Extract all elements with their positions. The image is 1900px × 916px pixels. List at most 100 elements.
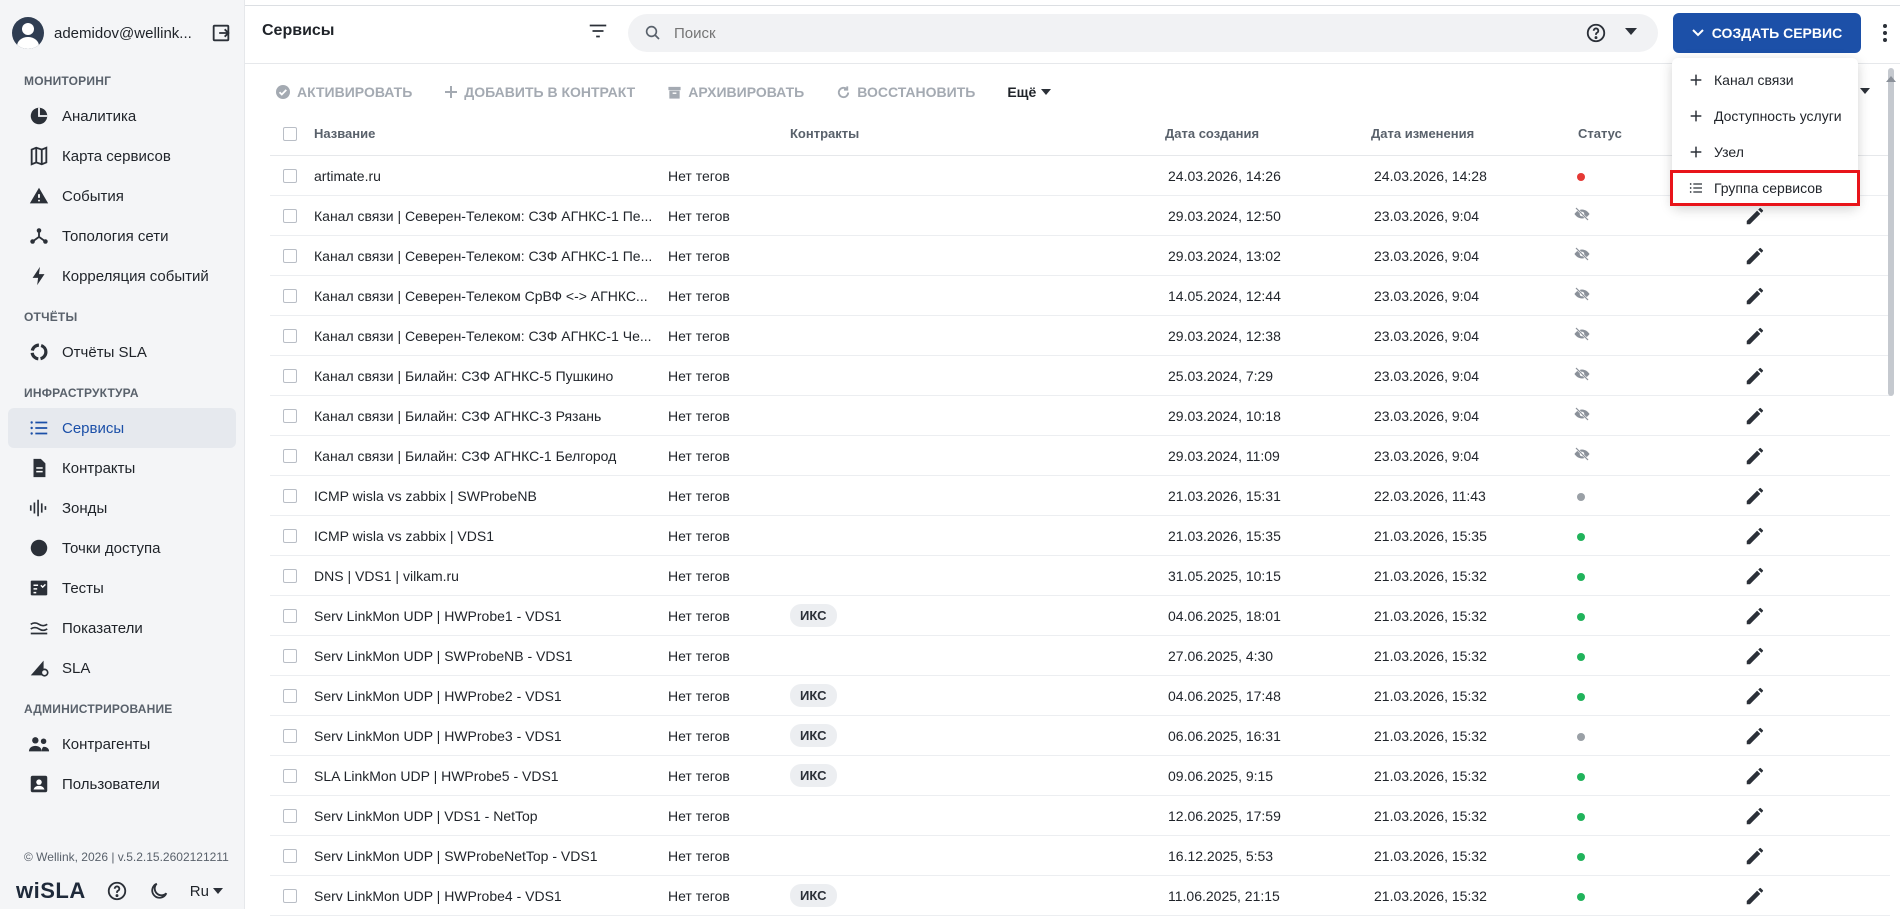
- sidebar-item-1-0[interactable]: Аналитика: [8, 96, 236, 136]
- edit-icon[interactable]: [1744, 885, 1766, 907]
- dark-mode-icon[interactable]: [148, 880, 170, 902]
- table-row[interactable]: SLA LinkMon UDP | HWProbe5 - VDS1 Нет тег…: [270, 756, 1890, 796]
- edit-icon[interactable]: [1744, 845, 1766, 867]
- sidebar-item-5-0[interactable]: Корреляция событий: [8, 256, 236, 296]
- row-checkbox[interactable]: [283, 608, 297, 623]
- service-name[interactable]: ICMP wisla vs zabbix | SWProbeNB: [314, 488, 537, 504]
- column-contracts[interactable]: Контракты: [790, 126, 859, 141]
- sidebar-item-6-2[interactable]: Показатели: [8, 608, 236, 648]
- menu-item-4[interactable]: Группа сервисов: [1670, 170, 1860, 206]
- edit-icon[interactable]: [1744, 605, 1766, 627]
- table-row[interactable]: Канал связи | Билайн: СЗФ АГНКС-5 Пушкин…: [270, 356, 1890, 396]
- service-name[interactable]: Serv LinkMon UDP | HWProbe3 - VDS1: [314, 728, 562, 744]
- language-select[interactable]: Ru: [190, 883, 223, 900]
- row-checkbox[interactable]: [283, 648, 297, 663]
- row-checkbox[interactable]: [283, 328, 297, 343]
- sidebar-item-3-0[interactable]: События: [8, 176, 236, 216]
- row-checkbox[interactable]: [283, 528, 297, 543]
- edit-icon[interactable]: [1744, 525, 1766, 547]
- row-checkbox[interactable]: [283, 688, 297, 703]
- row-checkbox[interactable]: [283, 448, 297, 463]
- contract-badge[interactable]: ИКС: [790, 684, 837, 707]
- table-row[interactable]: ICMP wisla vs zabbix | VDS1 Нет тегов 21.0…: [270, 516, 1890, 556]
- logout-icon[interactable]: [210, 22, 232, 44]
- service-name[interactable]: Канал связи | Северен-Телеком: СЗФ АГНКС…: [314, 248, 652, 264]
- table-row[interactable]: ICMP wisla vs zabbix | SWProbeNB Нет тего…: [270, 476, 1890, 516]
- edit-icon[interactable]: [1744, 445, 1766, 467]
- search-dropdown-icon[interactable]: [1625, 28, 1637, 36]
- service-name[interactable]: Serv LinkMon UDP | SWProbeNetTop - VDS1: [314, 848, 598, 864]
- contract-badge[interactable]: ИКС: [790, 764, 837, 787]
- service-name[interactable]: DNS | VDS1 | vilkam.ru: [314, 568, 459, 584]
- service-name[interactable]: Канал связи | Билайн: СЗФ АГНКС-5 Пушкин…: [314, 368, 613, 384]
- more-vert-icon[interactable]: [1881, 22, 1889, 44]
- row-checkbox[interactable]: [283, 568, 297, 583]
- service-name[interactable]: ICMP wisla vs zabbix | VDS1: [314, 528, 494, 544]
- search-input[interactable]: [674, 24, 1554, 42]
- table-row[interactable]: Serv LinkMon UDP | HWProbe2 - VDS1 Нет те…: [270, 676, 1890, 716]
- menu-item-2[interactable]: Доступность услуги: [1672, 98, 1858, 134]
- table-row[interactable]: Serv LinkMon UDP | HWProbe4 - VDS1 Нет те…: [270, 876, 1890, 916]
- row-checkbox[interactable]: [283, 848, 297, 863]
- scroll-up-arrow[interactable]: [1886, 76, 1896, 82]
- edit-icon[interactable]: [1744, 565, 1766, 587]
- row-checkbox[interactable]: [283, 408, 297, 423]
- edit-icon[interactable]: [1744, 405, 1766, 427]
- contract-badge[interactable]: ИКС: [790, 884, 837, 907]
- column-created[interactable]: Дата создания: [1165, 126, 1259, 141]
- row-checkbox[interactable]: [283, 768, 297, 783]
- avatar[interactable]: [12, 17, 44, 49]
- sidebar-item-4-0[interactable]: Топология сети: [8, 216, 236, 256]
- sidebar-item-2-2[interactable]: Контракты: [8, 448, 236, 488]
- edit-icon[interactable]: [1744, 725, 1766, 747]
- service-name[interactable]: Serv LinkMon UDP | HWProbe4 - VDS1: [314, 888, 562, 904]
- help-icon[interactable]: [106, 880, 128, 902]
- service-name[interactable]: Канал связи | Билайн: СЗФ АГНКС-3 Рязань: [314, 408, 601, 424]
- edit-icon[interactable]: [1744, 765, 1766, 787]
- service-name[interactable]: SLA LinkMon UDP | HWProbe5 - VDS1: [314, 768, 559, 784]
- table-row[interactable]: DNS | VDS1 | vilkam.ru Нет тегов 31.05.202…: [270, 556, 1890, 596]
- row-checkbox[interactable]: [283, 808, 297, 823]
- archive-button[interactable]: АРХИВИРОВАТЬ: [667, 84, 804, 100]
- row-checkbox[interactable]: [283, 288, 297, 303]
- row-checkbox[interactable]: [283, 888, 297, 903]
- columns-dropdown-icon[interactable]: [1860, 88, 1870, 94]
- row-checkbox[interactable]: [283, 208, 297, 223]
- service-name[interactable]: Канал связи | Северен-Телеком: СЗФ АГНКС…: [314, 328, 652, 344]
- table-row[interactable]: artimate.ru Нет тегов 24.03.2026, 14:26 24.…: [270, 156, 1890, 196]
- edit-icon[interactable]: [1744, 245, 1766, 267]
- column-name[interactable]: Название: [314, 126, 375, 141]
- filter-icon[interactable]: [587, 20, 609, 42]
- sidebar-item-1-3[interactable]: Контрагенты: [8, 724, 236, 764]
- row-checkbox[interactable]: [283, 248, 297, 263]
- edit-icon[interactable]: [1744, 645, 1766, 667]
- contract-badge[interactable]: ИКС: [790, 724, 837, 747]
- table-row[interactable]: Serv LinkMon UDP | SWProbeNetTop - VDS1 Н…: [270, 836, 1890, 876]
- select-all-checkbox[interactable]: [283, 126, 297, 141]
- scrollbar[interactable]: [1888, 68, 1894, 396]
- add-to-contract-button[interactable]: ДОБАВИТЬ В КОНТРАКТ: [444, 84, 635, 100]
- service-name[interactable]: Serv LinkMon UDP | HWProbe2 - VDS1: [314, 688, 562, 704]
- service-name[interactable]: Serv LinkMon UDP | SWProbeNB - VDS1: [314, 648, 573, 664]
- sidebar-item-7-2[interactable]: SLA: [8, 648, 236, 688]
- row-checkbox[interactable]: [283, 728, 297, 743]
- menu-item-3[interactable]: Узел: [1672, 134, 1858, 170]
- table-row[interactable]: Канал связи | Билайн: СЗФ АГНКС-3 Рязань…: [270, 396, 1890, 436]
- sidebar-item-1-1[interactable]: Отчёты SLA: [8, 332, 236, 372]
- column-status[interactable]: Статус: [1578, 126, 1622, 141]
- service-name[interactable]: Канал связи | Северен-Телеком СрВФ <-> А…: [314, 288, 648, 304]
- restore-button[interactable]: ВОССТАНОВИТЬ: [836, 84, 975, 100]
- sidebar-item-1-2[interactable]: Сервисы: [8, 408, 236, 448]
- table-row[interactable]: Serv LinkMon UDP | HWProbe1 - VDS1 Нет те…: [270, 596, 1890, 636]
- edit-icon[interactable]: [1744, 685, 1766, 707]
- table-row[interactable]: Serv LinkMon UDP | VDS1 - NetTop Нет тего…: [270, 796, 1890, 836]
- column-modified[interactable]: Дата изменения: [1371, 126, 1474, 141]
- more-actions-button[interactable]: Ещё: [1007, 84, 1052, 100]
- edit-icon[interactable]: [1744, 285, 1766, 307]
- edit-icon[interactable]: [1744, 365, 1766, 387]
- table-row[interactable]: Serv LinkMon UDP | HWProbe3 - VDS1 Нет те…: [270, 716, 1890, 756]
- service-name[interactable]: Канал связи | Северен-Телеком: СЗФ АГНКС…: [314, 208, 652, 224]
- menu-item-1[interactable]: Канал связи: [1672, 62, 1858, 98]
- edit-icon[interactable]: [1744, 205, 1766, 227]
- table-row[interactable]: Канал связи | Северен-Телеком: СЗФ АГНКС…: [270, 196, 1890, 236]
